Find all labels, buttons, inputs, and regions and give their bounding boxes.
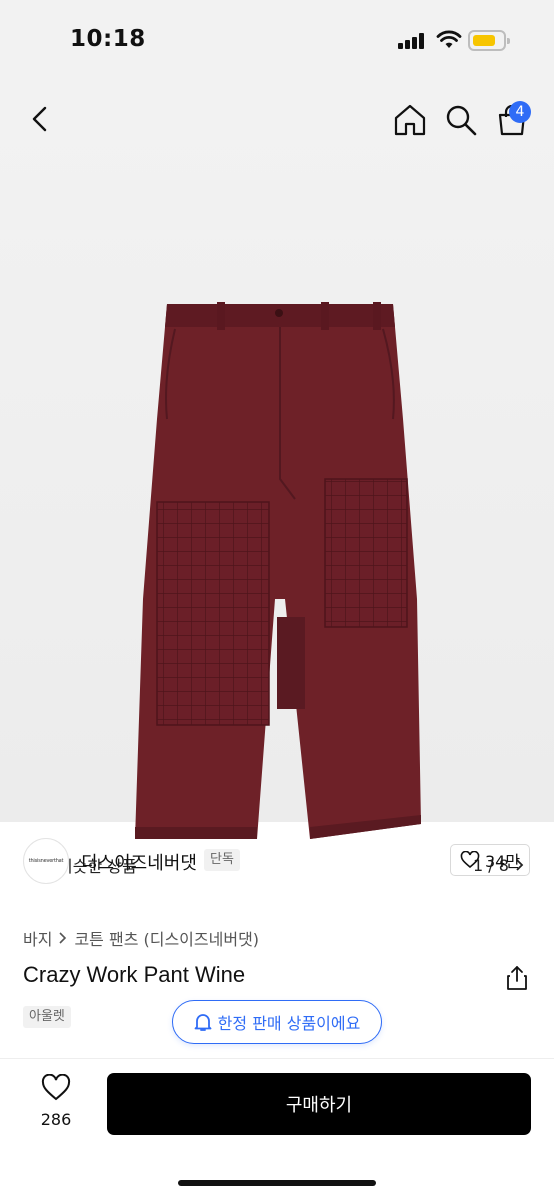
battery-icon: [468, 30, 510, 51]
brand-like-count: 34만: [484, 852, 521, 871]
cellular-signal-icon: [398, 33, 426, 49]
product-image-gallery[interactable]: 비슷한 상품 1 / 8: [0, 84, 554, 882]
heart-icon: [460, 851, 480, 869]
product-image: [135, 302, 421, 839]
brand-like-button[interactable]: 34만: [450, 844, 530, 876]
breadcrumb: 바지 코튼 팬츠 (디스이즈네버댓): [23, 926, 259, 950]
breadcrumb-category[interactable]: 바지: [23, 926, 52, 950]
wifi-icon: [436, 30, 462, 48]
search-icon[interactable]: [444, 103, 478, 137]
heart-icon: [41, 1073, 71, 1101]
limited-sale-toast: 한정 판매 상품이에요: [172, 1000, 382, 1044]
exclusive-badge: 단독: [204, 849, 240, 871]
status-time: 10:18: [70, 26, 146, 52]
home-indicator[interactable]: [178, 1180, 376, 1186]
brand-name[interactable]: 디스이즈네버댓: [81, 849, 197, 875]
limited-sale-label: 한정 판매 상품이에요: [217, 1014, 361, 1033]
brand-logo[interactable]: thisisneverthat: [23, 838, 69, 884]
product-title: Crazy Work Pant Wine: [23, 962, 246, 987]
chevron-right-icon: [59, 932, 67, 944]
wishlist-button[interactable]: 286: [26, 1073, 86, 1134]
bell-icon: [194, 1014, 212, 1031]
share-icon[interactable]: [505, 965, 529, 991]
buy-button[interactable]: 구매하기: [107, 1073, 531, 1135]
home-icon[interactable]: [392, 103, 428, 137]
back-arrow-icon[interactable]: [26, 104, 56, 134]
status-bar: 10:18: [0, 0, 554, 84]
outlet-badge: 아울렛: [23, 1006, 71, 1028]
cart-count-badge: 4: [509, 101, 531, 123]
wishlist-count: 286: [40, 1110, 72, 1129]
brand-logo-text: thisisneverthat: [28, 858, 64, 864]
breadcrumb-subcategory[interactable]: 코튼 팬츠 (디스이즈네버댓): [74, 926, 259, 950]
